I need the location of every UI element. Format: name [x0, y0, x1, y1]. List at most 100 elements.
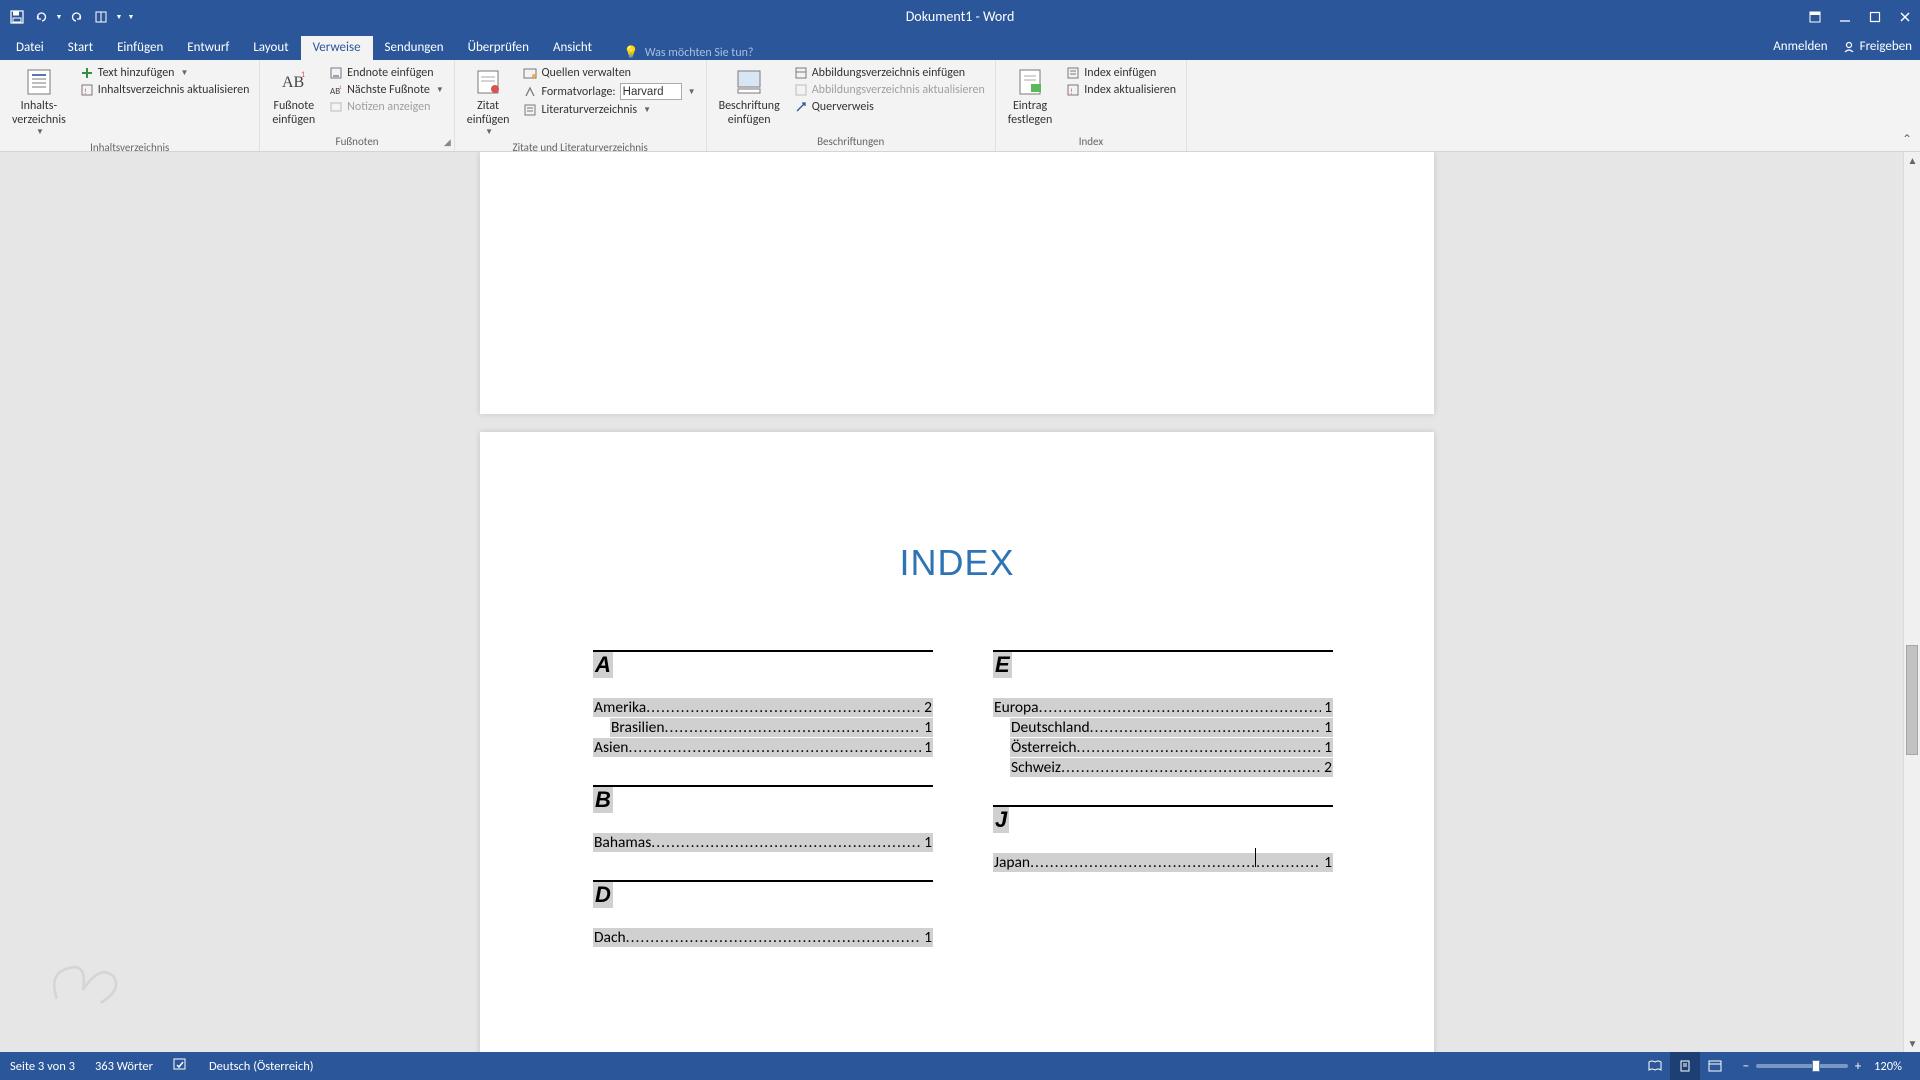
document-area[interactable]: INDEX AAmerika..........................… [0, 152, 1920, 1052]
text-cursor [1255, 848, 1256, 867]
entry-label: Deutschland [1011, 718, 1090, 737]
index-section: JJapan..................................… [993, 805, 1333, 872]
scrollbar-track[interactable] [1904, 169, 1920, 1035]
tab-insert[interactable]: Einfügen [105, 36, 175, 60]
zoom-in-button[interactable]: + [1850, 1058, 1866, 1074]
index-letter: D [593, 882, 613, 908]
add-text-icon [80, 66, 94, 80]
qat-customize-icon[interactable]: ▼ [126, 6, 136, 28]
index-entry: Bahamas.................................… [593, 833, 933, 852]
undo-icon[interactable] [30, 6, 52, 28]
index-column-left: AAmerika................................… [593, 646, 933, 948]
redo-icon[interactable] [66, 6, 88, 28]
insert-index-icon [1066, 66, 1080, 80]
entry-label: Schweiz [1011, 758, 1061, 777]
update-index-button[interactable]: ! Index aktualisieren [1062, 82, 1180, 98]
citation-icon [473, 67, 503, 97]
ribbon-group-citations: Zitat einfügen ▼ Quellen verwalten Forma… [455, 60, 707, 151]
save-icon[interactable] [6, 6, 28, 28]
entry-page: 2 [1321, 758, 1332, 777]
tab-view[interactable]: Ansicht [541, 36, 604, 60]
zoom-slider[interactable] [1756, 1064, 1848, 1068]
cross-reference-button[interactable]: Querverweis [790, 99, 989, 115]
mark-entry-button[interactable]: Eintrag festlegen [1002, 65, 1058, 130]
index-entry: Brasilien...............................… [610, 718, 933, 737]
tell-me-search[interactable]: 💡 Was möchten Sie tun? [624, 45, 754, 60]
maximize-icon[interactable] [1860, 0, 1890, 33]
collapse-ribbon-icon[interactable]: ⌃ [1902, 132, 1912, 147]
insert-index-button[interactable]: Index einfügen [1062, 65, 1180, 81]
update-toc-button[interactable]: ! Inhaltsverzeichnis aktualisieren [76, 82, 254, 98]
add-text-button[interactable]: Text hinzufügen▼ [76, 65, 254, 81]
scroll-down-icon[interactable]: ▼ [1904, 1035, 1920, 1052]
vertical-scrollbar[interactable]: ▲ ▼ [1903, 152, 1920, 1052]
insert-citation-button[interactable]: Zitat einfügen ▼ [461, 65, 516, 139]
dialog-launcher-icon[interactable]: ◢ [444, 137, 451, 148]
status-bar: Seite 3 von 3 363 Wörter Deutsch (Österr… [0, 1052, 1920, 1080]
status-word-count[interactable]: 363 Wörter [85, 1059, 163, 1074]
insert-table-figures-button[interactable]: Abbildungsverzeichnis einfügen [790, 65, 989, 81]
citation-style-input[interactable] [620, 83, 682, 100]
citation-style-select[interactable]: Formatvorlage: ▼ [519, 82, 699, 101]
touch-dropdown-icon[interactable]: ▼ [114, 6, 124, 28]
bibliography-icon [523, 103, 537, 117]
tab-layout[interactable]: Layout [241, 36, 300, 60]
entry-label: Asien [594, 738, 628, 757]
chevron-down-icon: ▼ [485, 128, 493, 138]
tab-mailings[interactable]: Sendungen [373, 36, 456, 60]
manage-sources-button[interactable]: Quellen verwalten [519, 65, 699, 81]
web-layout-icon[interactable] [1700, 1052, 1730, 1080]
index-body: AAmerika................................… [593, 646, 1321, 948]
entry-leader: ........................................… [665, 718, 922, 737]
zoom-percent[interactable]: 120% [1868, 1059, 1912, 1074]
lightbulb-icon: 💡 [624, 45, 639, 60]
insert-caption-button[interactable]: Beschriftung einfügen [713, 65, 786, 130]
tab-start[interactable]: Start [56, 36, 105, 60]
tab-design[interactable]: Entwurf [175, 36, 241, 60]
sign-in-link[interactable]: Anmelden [1773, 39, 1827, 54]
update-table-figures-button: Abbildungsverzeichnis aktualisieren [790, 82, 989, 98]
share-button[interactable]: Freigeben [1842, 39, 1912, 54]
print-layout-icon[interactable] [1670, 1052, 1700, 1080]
show-notes-button: Notizen anzeigen [325, 99, 448, 115]
zoom-slider-handle[interactable] [1812, 1060, 1820, 1072]
watermark-icon [38, 946, 128, 1016]
toc-icon [24, 67, 54, 97]
scrollbar-thumb[interactable] [1906, 645, 1918, 755]
endnote-icon [329, 66, 343, 80]
status-spellcheck-icon[interactable] [163, 1057, 199, 1075]
status-page[interactable]: Seite 3 von 3 [0, 1059, 85, 1074]
close-icon[interactable] [1890, 0, 1920, 33]
ribbon-display-icon[interactable] [1800, 0, 1830, 33]
ribbon-group-captions: Beschriftung einfügen Abbildungsverzeich… [707, 60, 996, 151]
svg-text:!: ! [1070, 87, 1073, 97]
zoom-out-button[interactable]: − [1738, 1058, 1754, 1074]
insert-footnote-button[interactable]: AB1 Fußnote einfügen [266, 65, 321, 130]
insert-endnote-button[interactable]: Endnote einfügen [325, 65, 448, 81]
entry-page: 1 [1321, 718, 1332, 737]
cross-ref-icon [794, 100, 808, 114]
undo-dropdown-icon[interactable]: ▼ [54, 6, 64, 28]
status-language[interactable]: Deutsch (Österreich) [199, 1059, 324, 1074]
tab-file[interactable]: Datei [4, 36, 56, 60]
scroll-up-icon[interactable]: ▲ [1904, 152, 1920, 169]
ribbon-tabs: Datei Start Einfügen Entwurf Layout Verw… [0, 33, 1920, 60]
document-page[interactable]: INDEX AAmerika..........................… [480, 432, 1434, 1052]
tab-references[interactable]: Verweise [301, 36, 373, 60]
toc-button[interactable]: Inhalts- verzeichnis ▼ [6, 65, 72, 139]
show-notes-icon [329, 100, 343, 114]
entry-label: Dach [594, 928, 626, 947]
bibliography-button[interactable]: Literaturverzeichnis▼ [519, 102, 699, 118]
previous-page-bottom [480, 152, 1434, 414]
ribbon-group-index: Eintrag festlegen Index einfügen ! Index… [996, 60, 1187, 151]
next-footnote-button[interactable]: AB1 Nächste Fußnote▼ [325, 82, 448, 98]
minimize-icon[interactable] [1830, 0, 1860, 33]
read-mode-icon[interactable] [1640, 1052, 1670, 1080]
svg-text:1: 1 [339, 85, 342, 91]
index-entry: Österreich..............................… [1010, 738, 1333, 757]
entry-leader: ........................................… [646, 698, 921, 717]
tab-review[interactable]: Überprüfen [456, 36, 541, 60]
entry-page: 2 [921, 698, 932, 717]
index-entry: Japan...................................… [993, 853, 1333, 872]
touch-mode-icon[interactable] [90, 6, 112, 28]
